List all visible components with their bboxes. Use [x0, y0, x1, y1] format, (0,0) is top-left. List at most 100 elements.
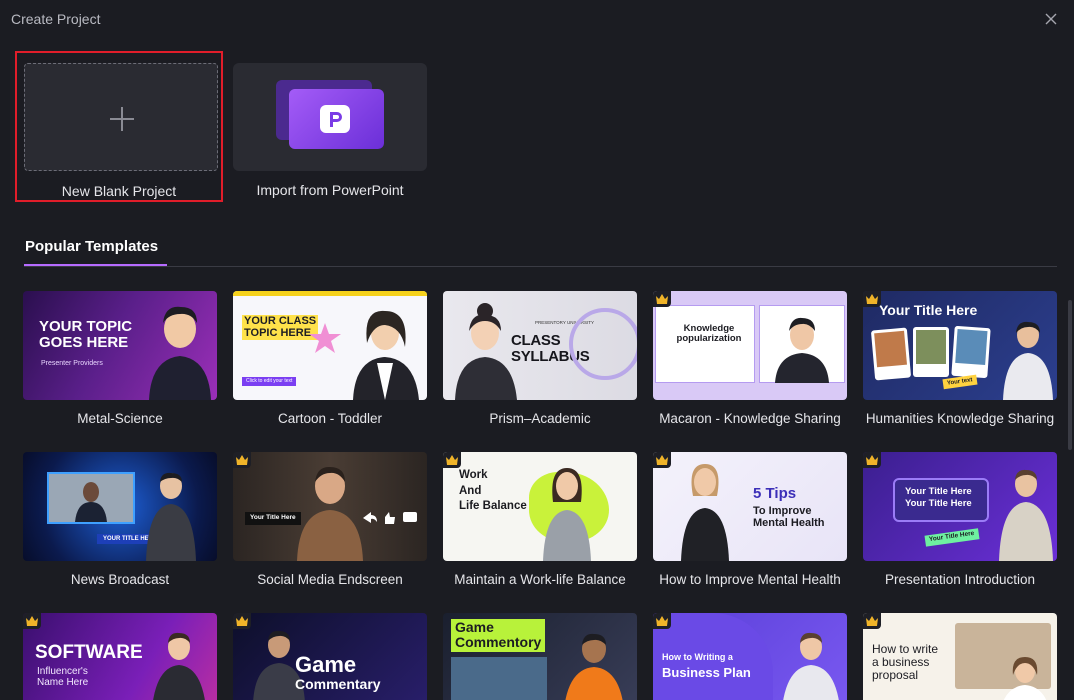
template-card-improve-mental-health[interactable]: 5 Tips To Improve Mental Health How to Im… — [653, 452, 847, 587]
section-divider — [24, 266, 1057, 267]
template-card-presentation-introduction[interactable]: Your Title Here Your Title Here Your Titl… — [863, 452, 1057, 587]
template-thumbnail[interactable]: 5 Tips To Improve Mental Health — [653, 452, 847, 561]
crown-icon — [656, 455, 668, 465]
title-bar: Create Project — [0, 0, 1074, 38]
plus-icon — [110, 107, 134, 131]
template-title-line: SOFTWARE — [35, 642, 143, 663]
template-card-humanities-knowledge-sharing[interactable]: Your Title Here Your text Humanities Kno… — [863, 291, 1057, 426]
presenter-avatar — [455, 303, 517, 400]
presenter-avatar — [1003, 657, 1047, 700]
template-thumbnail[interactable]: How to Writing a Business Plan — [653, 613, 847, 700]
close-icon — [1045, 13, 1057, 25]
template-subtitle: Presenter Providers — [41, 360, 103, 367]
template-label: Prism–Academic — [489, 411, 591, 426]
new-blank-project-card[interactable]: New Blank Project — [15, 51, 223, 202]
template-title-line: To Improve — [753, 505, 812, 517]
template-title-line: Work — [459, 469, 488, 481]
template-title-line: Life Balance — [459, 500, 527, 513]
template-card-macaron-knowledge-sharing[interactable]: Knowledge popularization Macaron - Knowle… — [653, 291, 847, 426]
template-subtitle: Your Title Here — [924, 528, 980, 547]
template-title-line: popularization — [676, 332, 742, 344]
template-thumbnail[interactable]: Your Title Here Your text — [863, 291, 1057, 400]
template-thumbnail[interactable]: YOUR TOPIC GOES HERE Presenter Providers — [23, 291, 217, 400]
premium-badge — [233, 613, 251, 629]
crown-icon — [866, 455, 878, 465]
close-button[interactable] — [1040, 8, 1062, 30]
star-decoration-icon — [309, 323, 341, 353]
premium-badge — [443, 452, 461, 468]
crown-icon — [446, 455, 458, 465]
import-powerpoint-card[interactable] — [233, 63, 427, 171]
template-label: Maintain a Work-life Balance — [454, 572, 626, 587]
template-thumbnail[interactable]: Your Title Here Your Title Here Your Titl… — [863, 452, 1057, 561]
crown-icon — [866, 294, 878, 304]
template-card-game-commentary[interactable]: Game Commentary — [233, 613, 427, 700]
template-label: Cartoon - Toddler — [277, 411, 383, 426]
template-title-line: Your Title Here — [905, 497, 972, 509]
template-title-line: How to Writing a — [662, 652, 733, 662]
presenter-avatar — [565, 633, 623, 700]
template-title-line: Mental Health — [753, 516, 825, 529]
template-card-work-life-balance[interactable]: Work And Life Balance Maintain a Work-life… — [443, 452, 637, 587]
premium-badge — [863, 291, 881, 307]
template-thumbnail[interactable]: Knowledge popularization — [653, 291, 847, 400]
presenter-avatar — [297, 466, 363, 561]
crown-icon — [656, 616, 668, 626]
template-title-line: Commentory — [455, 634, 542, 651]
template-title-line: How to write — [872, 642, 939, 656]
premium-badge — [653, 452, 671, 468]
template-thumbnail[interactable]: SOFTWARE Influencer's Name Here — [23, 613, 217, 700]
import-powerpoint-label[interactable]: Import from PowerPoint — [233, 182, 427, 198]
template-card-business-plan[interactable]: How to Writing a Business Plan — [653, 613, 847, 700]
template-title-line: Your Title Here — [905, 486, 972, 497]
template-title-line: TOPIC HERE — [244, 326, 312, 339]
presenter-avatar — [543, 468, 591, 561]
powerpoint-front-slide — [289, 89, 384, 149]
template-label: Presentation Introduction — [884, 572, 1036, 587]
premium-badge — [233, 452, 251, 468]
powerpoint-icon — [320, 105, 350, 133]
template-label: Social Media Endscreen — [257, 572, 403, 587]
template-title-line: YOUR TOPIC — [39, 318, 133, 335]
template-title-line: a business — [872, 655, 930, 670]
template-thumbnail[interactable]: Game Commentary — [233, 613, 427, 700]
template-card-game-commentory[interactable]: Game Commentory — [443, 613, 637, 700]
template-thumbnail[interactable]: PRESENTORY UNIVERSITY CLASS SYLLABUS — [443, 291, 637, 400]
template-label: Metal-Science — [77, 411, 163, 426]
template-card-social-media-endscreen[interactable]: Your Title Here Social Media Endscreen — [233, 452, 427, 587]
template-card-software-influencer[interactable]: SOFTWARE Influencer's Name Here — [23, 613, 217, 700]
template-title-line: Commentary — [295, 676, 381, 692]
template-thumbnail[interactable]: Your Title Here — [233, 452, 427, 561]
presenter-avatar — [775, 317, 829, 383]
template-thumbnail[interactable]: Game Commentory — [443, 613, 637, 700]
template-title-line: And — [459, 484, 482, 497]
template-thumbnail[interactable]: Work And Life Balance — [443, 452, 637, 561]
presenter-avatar — [146, 472, 196, 561]
popular-templates-heading[interactable]: Popular Templates — [25, 238, 158, 255]
template-thumbnail[interactable]: YOUR CLASS TOPIC HERE Click to edit your … — [233, 291, 427, 400]
vertical-scrollbar[interactable] — [1068, 300, 1072, 450]
template-card-business-proposal[interactable]: How to write a business proposal — [863, 613, 1057, 700]
crown-icon — [236, 616, 248, 626]
premium-badge — [653, 613, 671, 629]
presenter-avatar — [353, 310, 419, 400]
blank-project-thumbnail[interactable] — [24, 63, 218, 171]
template-card-prism-academic[interactable]: PRESENTORY UNIVERSITY CLASS SYLLABUS Pri… — [443, 291, 637, 426]
template-title-line: Name Here — [37, 676, 89, 688]
presenter-avatar — [153, 632, 205, 700]
crown-icon — [866, 616, 878, 626]
ring-decoration — [569, 308, 637, 380]
social-icons — [363, 512, 417, 524]
premium-badge — [23, 613, 41, 629]
crown-icon — [236, 455, 248, 465]
premium-badge — [653, 291, 671, 307]
template-title-line: proposal — [872, 668, 919, 683]
template-thumbnail[interactable]: YOUR TITLE HERE — [23, 452, 217, 561]
template-label: News Broadcast — [70, 572, 170, 587]
template-card-news-broadcast[interactable]: YOUR TITLE HERE News Broadcast — [23, 452, 217, 587]
template-card-metal-science[interactable]: YOUR TOPIC GOES HERE Presenter Providers … — [23, 291, 217, 426]
template-title-line: Influencer's — [37, 666, 88, 677]
template-thumbnail[interactable]: How to write a business proposal — [863, 613, 1057, 700]
premium-badge — [863, 452, 881, 468]
template-card-cartoon-toddler[interactable]: YOUR CLASS TOPIC HERE Click to edit your … — [233, 291, 427, 426]
